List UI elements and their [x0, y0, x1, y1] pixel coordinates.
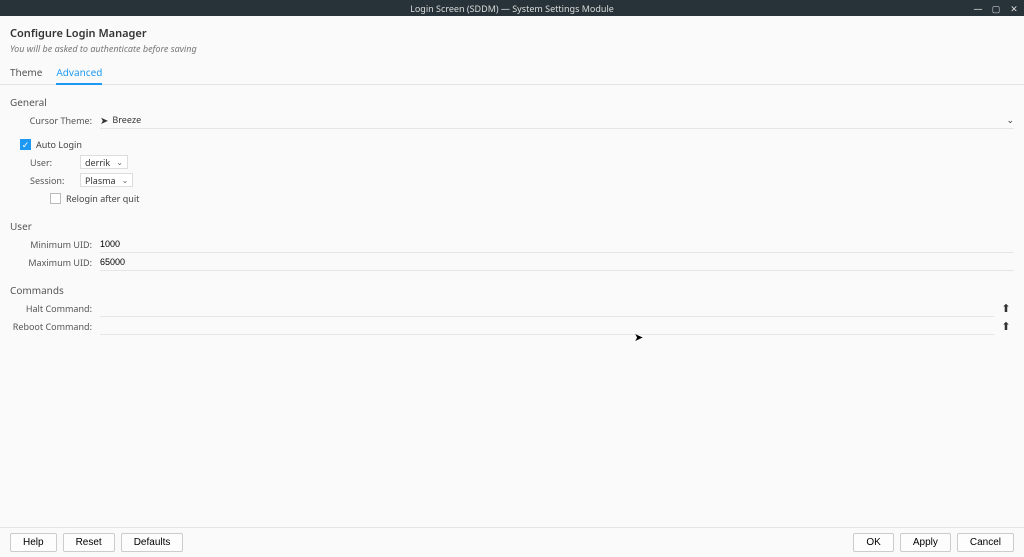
defaults-button[interactable]: Defaults: [121, 533, 184, 552]
max-uid-row: Maximum UID:: [10, 253, 1014, 271]
min-uid-row: Minimum UID:: [10, 235, 1014, 253]
tab-advanced[interactable]: Advanced: [56, 65, 102, 85]
halt-command-label: Halt Command:: [10, 302, 100, 315]
autologin-user-select[interactable]: derrik ⌄: [80, 155, 128, 169]
help-button[interactable]: Help: [10, 533, 57, 552]
page-header: Configure Login Manager You will be aske…: [0, 16, 1024, 59]
reboot-command-label: Reboot Command:: [10, 320, 100, 333]
minimize-icon[interactable]: —: [972, 2, 984, 15]
apply-button[interactable]: Apply: [900, 533, 951, 552]
cursor-theme-label: Cursor Theme:: [10, 114, 100, 127]
app-frame: Configure Login Manager You will be aske…: [0, 16, 1024, 557]
autologin-user-row: User: derrik ⌄: [10, 153, 1014, 171]
chevron-down-icon: ⌄: [1006, 113, 1014, 126]
cursor-theme-row: Cursor Theme: ➤ Breeze ⌄: [10, 111, 1014, 129]
section-general: General: [10, 95, 1014, 109]
auto-login-label: Auto Login: [36, 138, 82, 151]
cursor-icon: ➤: [100, 113, 108, 127]
window-controls: — ▢ ✕: [972, 0, 1020, 16]
close-icon[interactable]: ✕: [1008, 2, 1020, 15]
chevron-down-icon: ⌄: [116, 157, 123, 168]
relogin-checkbox[interactable]: Relogin after quit: [50, 192, 139, 205]
reboot-command-input[interactable]: [100, 318, 994, 334]
cursor-theme-value: Breeze: [112, 113, 141, 126]
relogin-label: Relogin after quit: [66, 192, 139, 205]
reboot-browse-icon[interactable]: ⬆: [998, 319, 1014, 334]
chevron-down-icon: ⌄: [122, 175, 129, 186]
auto-login-checkbox[interactable]: ✓ Auto Login: [20, 138, 82, 151]
tab-bar: Theme Advanced: [0, 59, 1024, 85]
autologin-session-label: Session:: [30, 174, 80, 187]
halt-command-field-wrap: [100, 299, 994, 317]
page-title: Configure Login Manager: [10, 26, 1014, 41]
window-title: Login Screen (SDDM) — System Settings Mo…: [0, 2, 1024, 15]
page-subtitle: You will be asked to authenticate before…: [10, 42, 1014, 55]
min-uid-input[interactable]: [100, 236, 1014, 252]
ok-button[interactable]: OK: [853, 533, 893, 552]
autologin-user-value: derrik: [85, 156, 110, 169]
autologin-session-select[interactable]: Plasma ⌄: [80, 173, 133, 187]
checkbox-icon-unchecked: [50, 193, 61, 204]
reboot-command-row: Reboot Command: ⬆: [10, 317, 1014, 335]
halt-command-input[interactable]: [100, 300, 994, 316]
reboot-command-field-wrap: [100, 317, 994, 335]
max-uid-field-wrap: [100, 253, 1014, 271]
autologin-session-row: Session: Plasma ⌄: [10, 171, 1014, 189]
maximize-icon[interactable]: ▢: [990, 2, 1002, 15]
footer: Help Reset Defaults OK Apply Cancel: [0, 527, 1024, 557]
autologin-user-label: User:: [30, 156, 80, 169]
autologin-session-value: Plasma: [85, 174, 116, 187]
section-commands: Commands: [10, 283, 1014, 297]
halt-browse-icon[interactable]: ⬆: [998, 301, 1014, 316]
min-uid-label: Minimum UID:: [10, 238, 100, 251]
checkbox-icon-checked: ✓: [20, 139, 31, 150]
tab-theme[interactable]: Theme: [10, 65, 42, 84]
reset-button[interactable]: Reset: [63, 533, 115, 552]
auto-login-row: ✓ Auto Login: [10, 135, 1014, 153]
max-uid-input[interactable]: [100, 254, 1014, 270]
relogin-row: Relogin after quit: [10, 189, 1014, 207]
halt-command-row: Halt Command: ⬆: [10, 299, 1014, 317]
max-uid-label: Maximum UID:: [10, 256, 100, 269]
cursor-theme-select[interactable]: ➤ Breeze ⌄: [100, 111, 1014, 129]
section-user: User: [10, 219, 1014, 233]
content-area: General Cursor Theme: ➤ Breeze ⌄ ✓ Auto …: [0, 85, 1024, 527]
titlebar: Login Screen (SDDM) — System Settings Mo…: [0, 0, 1024, 16]
cancel-button[interactable]: Cancel: [957, 533, 1014, 552]
min-uid-field-wrap: [100, 235, 1014, 253]
